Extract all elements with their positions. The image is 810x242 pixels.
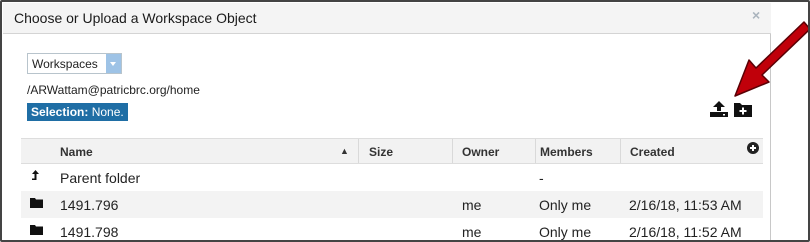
table-header: Name ▲ Size Owner Members Created	[21, 138, 763, 164]
table-row[interactable]: 1491.798 me Only me 2/16/18, 11:52 AM	[21, 218, 763, 240]
row-name: Parent folder	[60, 170, 141, 186]
row-owner: me	[462, 224, 482, 240]
dialog-title: Choose or Upload a Workspace Object	[14, 10, 257, 26]
row-name: 1491.798	[60, 224, 119, 240]
dialog-titlebar: Choose or Upload a Workspace Object ×	[3, 3, 771, 34]
dialog-frame: Choose or Upload a Workspace Object × Wo…	[0, 0, 810, 242]
annotation-arrow	[734, 21, 808, 97]
selection-label: Selection:	[31, 105, 89, 119]
sort-ascending-icon[interactable]: ▲	[340, 146, 349, 156]
selection-value: None.	[91, 105, 124, 119]
up-arrow-icon	[32, 170, 39, 180]
chevron-down-icon	[106, 54, 121, 73]
row-created: 2/16/18, 11:52 AM	[629, 224, 742, 240]
workspace-type-value: Workspaces	[32, 57, 98, 71]
folder-icon	[30, 198, 43, 208]
table-row[interactable]: Parent folder -	[21, 164, 763, 191]
column-header-members[interactable]: Members	[536, 139, 621, 163]
column-header-size[interactable]: Size	[359, 139, 453, 163]
row-name: 1491.796	[60, 197, 119, 213]
column-header-name[interactable]: Name	[21, 139, 359, 163]
workspace-type-select[interactable]: Workspaces	[27, 53, 122, 74]
folder-icon	[30, 225, 43, 235]
column-header-owner[interactable]: Owner	[453, 139, 536, 163]
row-owner: me	[462, 197, 482, 213]
current-path: /ARWattam@patricbrc.org/home	[27, 83, 200, 97]
row-created: 2/16/18, 11:53 AM	[629, 197, 742, 213]
row-members: Only me	[539, 197, 592, 213]
row-members: Only me	[539, 224, 592, 240]
add-column-icon[interactable]	[747, 142, 759, 154]
selection-badge: Selection: None.	[27, 103, 128, 121]
dialog: Choose or Upload a Workspace Object × Wo…	[3, 3, 771, 240]
column-header-created[interactable]: Created	[621, 139, 763, 163]
table-row[interactable]: 1491.796 me Only me 2/16/18, 11:53 AM	[21, 191, 763, 218]
row-members: -	[539, 170, 544, 186]
